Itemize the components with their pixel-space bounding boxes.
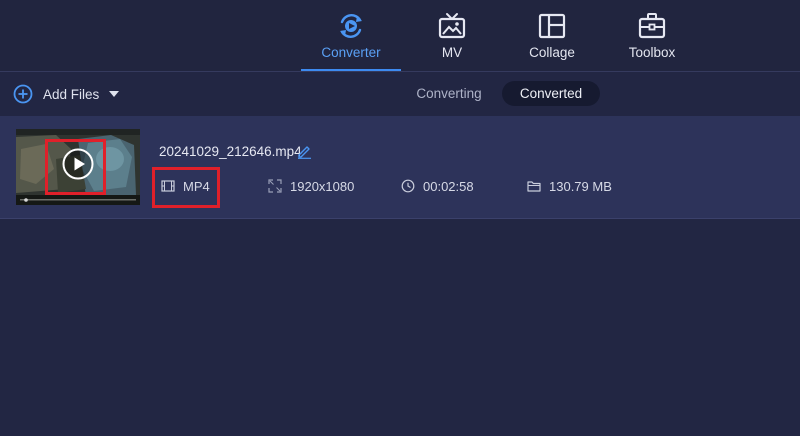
edit-pencil-icon[interactable] — [297, 144, 312, 159]
resolution-icon — [268, 179, 282, 193]
tab-converter[interactable]: Converter — [301, 0, 401, 71]
tab-converting[interactable]: Converting — [408, 81, 490, 106]
add-circle-icon — [13, 84, 33, 104]
tab-toolbox[interactable]: Toolbox — [602, 0, 702, 71]
file-duration: 00:02:58 — [401, 177, 474, 195]
tab-collage[interactable]: Collage — [502, 0, 602, 71]
tab-mv-label: MV — [441, 45, 463, 60]
file-size-label: 130.79 MB — [549, 178, 612, 194]
tab-mv[interactable]: MV — [402, 0, 502, 71]
chevron-down-icon[interactable] — [109, 91, 120, 97]
file-resolution-label: 1920x1080 — [290, 178, 355, 194]
converter-icon — [340, 14, 362, 38]
tab-toolbox-label: Toolbox — [628, 45, 676, 60]
tab-converter-label: Converter — [321, 45, 381, 60]
collage-icon — [538, 13, 566, 39]
file-list-item[interactable] — [0, 116, 800, 219]
file-size: 130.79 MB — [527, 177, 612, 195]
file-duration-label: 00:02:58 — [423, 178, 474, 194]
file-resolution: 1920x1080 — [268, 177, 354, 195]
top-nav: Converter MV Collage Toolbox — [0, 0, 800, 72]
file-name: 20241029_212646.mp4 — [159, 144, 302, 159]
tab-collage-label: Collage — [529, 45, 575, 60]
highlight-box-thumbnail — [45, 139, 106, 195]
folder-icon — [527, 181, 541, 192]
tab-converted[interactable]: Converted — [502, 81, 600, 106]
toolbar: Add Files Converting Converted — [0, 73, 800, 115]
highlight-box-format — [152, 167, 220, 208]
app-window: Converter MV Collage Toolbox Add Files C… — [0, 0, 800, 436]
toolbox-icon — [638, 13, 666, 39]
add-files-label: Add Files — [43, 86, 100, 102]
active-tab-indicator — [301, 69, 401, 71]
add-files-button[interactable]: Add Files — [13, 82, 120, 106]
clock-icon — [401, 179, 415, 193]
tv-icon — [438, 13, 466, 39]
